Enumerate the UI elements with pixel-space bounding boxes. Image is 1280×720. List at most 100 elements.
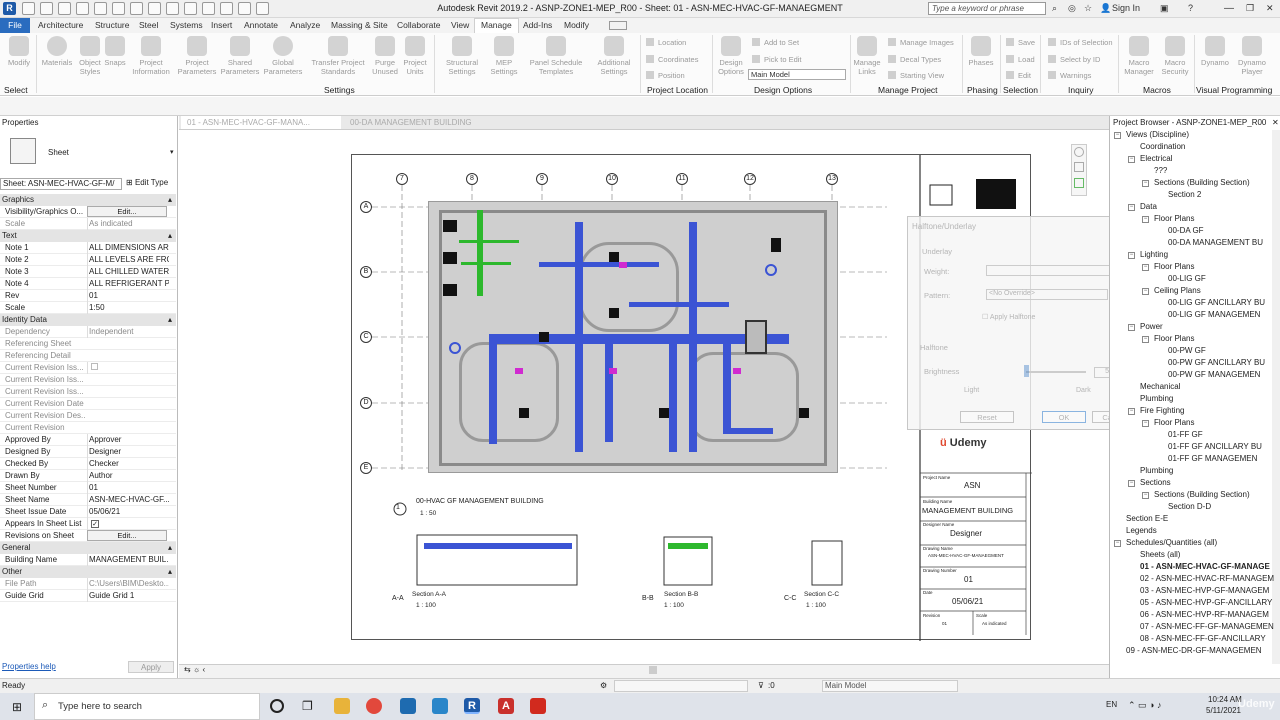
decal-types-button[interactable]: Decal Types — [888, 55, 941, 64]
revit-taskbar-icon[interactable]: R — [464, 698, 480, 714]
starting-view-button[interactable]: Starting View — [888, 71, 944, 80]
browser-item[interactable]: 06 - ASN-MEC-HVP-RF-MANAGEM — [1140, 610, 1269, 619]
view-control-icons[interactable]: ⇆ ☼ ‹ — [184, 665, 205, 674]
tab-systems[interactable]: Systems — [170, 20, 203, 30]
prop-value[interactable]: ALL REFRIGERANT PI... — [87, 278, 169, 290]
zoom-icon[interactable] — [1074, 162, 1084, 172]
horizontal-scrollbar[interactable] — [649, 666, 657, 674]
browser-item[interactable]: Lighting — [1140, 250, 1168, 259]
prop-value[interactable]: Checker — [87, 458, 169, 470]
edit-selection-button[interactable]: Edit — [1006, 71, 1031, 80]
browser-item[interactable]: Coordination — [1140, 142, 1185, 151]
prop-guide-grid[interactable]: Guide Grid Guide Grid 1 — [0, 590, 176, 602]
browser-item[interactable]: Floor Plans — [1154, 418, 1194, 427]
browser-item[interactable]: Sections (Building Section) — [1154, 490, 1250, 499]
browser-item[interactable]: Plumbing — [1140, 466, 1173, 475]
prop-value[interactable]: ASN-MEC-HVAC-GF... — [87, 494, 169, 506]
dynamo-player-button[interactable]: Dynamo Player — [1234, 36, 1270, 76]
phases-button[interactable]: Phases — [966, 36, 996, 67]
browser-item[interactable]: 00-DA MANAGEMENT BU — [1168, 238, 1263, 247]
hvac-floor-plan[interactable] — [428, 201, 838, 473]
view-tab-sheet-01[interactable]: 01 - ASN-MEC-HVAC-GF-MANA... — [181, 116, 341, 129]
tree-toggle-icon[interactable]: − — [1142, 264, 1149, 271]
prop-value[interactable]: 05/06/21 — [87, 506, 169, 518]
browser-item[interactable]: 05 - ASN-MEC-HVP-GF-ANCILLARY — [1140, 598, 1272, 607]
browser-item[interactable]: 03 - ASN-MEC-HVP-GF-MANAGEM — [1140, 586, 1269, 595]
browser-item[interactable]: Ceiling Plans — [1154, 286, 1201, 295]
prop-checked-by[interactable]: Checked By Checker — [0, 458, 176, 470]
browser-item[interactable]: Views (Discipline) — [1126, 130, 1189, 139]
macro-security-button[interactable]: Macro Security — [1158, 36, 1192, 76]
browser-item[interactable]: 08 - ASN-MEC-FF-GF-ANCILLARY — [1140, 634, 1266, 643]
clock-time[interactable]: 10:24 AM — [1208, 695, 1242, 704]
manage-links-button[interactable]: Manage Links — [852, 36, 882, 76]
zoom-extents-icon[interactable] — [1074, 178, 1084, 188]
prop-value[interactable]: Guide Grid 1 — [87, 590, 169, 602]
prop-value[interactable]: Approver — [87, 434, 169, 446]
browser-item[interactable]: Floor Plans — [1154, 262, 1194, 271]
prop-scale-text[interactable]: Scale 1:50 — [0, 302, 176, 314]
prop-building-name[interactable]: Building Name MANAGEMENT BUIL... — [0, 554, 176, 566]
prop-note-3[interactable]: Note 3 ALL CHILLED WATER... — [0, 266, 176, 278]
brightness-slider[interactable] — [1026, 371, 1086, 373]
prop-approved-by[interactable]: Approved By Approver — [0, 434, 176, 446]
prop-rev[interactable]: Rev 01 — [0, 290, 176, 302]
prop-value[interactable]: 1:50 — [87, 302, 169, 314]
prop-appears-in-sheet-list[interactable]: Appears In Sheet List ✓ — [0, 518, 176, 530]
workset-select[interactable] — [614, 680, 748, 692]
section-identity-data[interactable]: Identity Data — [0, 314, 176, 326]
prop-value[interactable]: Designer — [87, 446, 169, 458]
global-parameters-button[interactable]: Global Parameters — [262, 36, 304, 76]
prop-checkbox[interactable]: ✓ — [87, 518, 169, 530]
coordinates-button[interactable]: Coordinates — [646, 55, 698, 64]
tab-manage[interactable]: Manage — [474, 18, 519, 34]
tree-toggle-icon[interactable]: − — [1142, 180, 1149, 187]
browser-item[interactable]: 00-PW GF MANAGEMEN — [1168, 370, 1260, 379]
tab-add-ins[interactable]: Add-Ins — [523, 20, 552, 30]
design-option-select[interactable]: Main Model — [748, 69, 846, 80]
browser-item[interactable]: Section E-E — [1126, 514, 1168, 523]
browser-item[interactable]: Data — [1140, 202, 1157, 211]
tree-toggle-icon[interactable]: − — [1114, 132, 1121, 139]
instance-filter-select[interactable]: Sheet: ASN-MEC-HVAC-GF-M/ — [0, 178, 122, 190]
prop-sheet-issue-date[interactable]: Sheet Issue Date 05/06/21 — [0, 506, 176, 518]
worksets-icon[interactable]: ⚙ — [600, 681, 607, 690]
macro-manager-button[interactable]: Macro Manager — [1122, 36, 1156, 76]
tree-toggle-icon[interactable]: − — [1128, 156, 1135, 163]
minimize-icon[interactable]: — — [1224, 3, 1234, 14]
tree-toggle-icon[interactable]: − — [1142, 288, 1149, 295]
panel-select[interactable]: Select — [4, 85, 28, 95]
tab-file[interactable]: File — [0, 18, 30, 33]
zoom-app-icon[interactable] — [432, 698, 448, 714]
pick-to-edit-button[interactable]: Pick to Edit — [752, 55, 802, 64]
browser-item[interactable]: 00-LIG GF ANCILLARY BU — [1168, 298, 1265, 307]
prop-note-1[interactable]: Note 1 ALL DIMENSIONS AR... — [0, 242, 176, 254]
project-information-button[interactable]: Project Information — [128, 36, 174, 76]
language-indicator[interactable]: EN — [1106, 700, 1117, 709]
tray-icons[interactable]: ⌃ ▭ ◑ ♪ — [1128, 700, 1161, 711]
weight-select[interactable] — [986, 265, 1124, 276]
object-styles-button[interactable]: Object Styles — [76, 36, 104, 76]
additional-settings-button[interactable]: Additional Settings — [592, 36, 636, 76]
browser-item[interactable]: 01 - ASN-MEC-HVAC-GF-MANAGE — [1140, 562, 1270, 571]
mep-settings-button[interactable]: MEP Settings — [486, 36, 522, 76]
prop-sheet-name[interactable]: Sheet Name ASN-MEC-HVAC-GF... — [0, 494, 176, 506]
browser-item[interactable]: Sheets (all) — [1140, 550, 1180, 559]
location-button[interactable]: Location — [646, 38, 686, 47]
snaps-button[interactable]: Snaps — [104, 36, 126, 67]
cortana-icon[interactable] — [270, 699, 284, 713]
tab-structure[interactable]: Structure — [95, 20, 130, 30]
communication-icon[interactable]: ☆ — [1084, 3, 1092, 14]
view-tab-00-da[interactable]: 00-DA MANAGEMENT BUILDING — [344, 116, 504, 129]
tree-toggle-icon[interactable]: − — [1142, 216, 1149, 223]
maximize-icon[interactable]: ❐ — [1246, 3, 1254, 14]
browser-item[interactable]: Electrical — [1140, 154, 1172, 163]
prop-sheet-number[interactable]: Sheet Number 01 — [0, 482, 176, 494]
purge-unused-button[interactable]: Purge Unused — [370, 36, 400, 76]
browser-item[interactable]: Section D-D — [1168, 502, 1211, 511]
reset-button[interactable]: Reset — [960, 411, 1014, 423]
revisions-edit-button[interactable]: Edit... — [87, 530, 167, 541]
browser-item[interactable]: 01-FF GF ANCILLARY BU — [1168, 442, 1262, 451]
tree-toggle-icon[interactable]: − — [1128, 408, 1135, 415]
tree-toggle-icon[interactable]: − — [1128, 480, 1135, 487]
